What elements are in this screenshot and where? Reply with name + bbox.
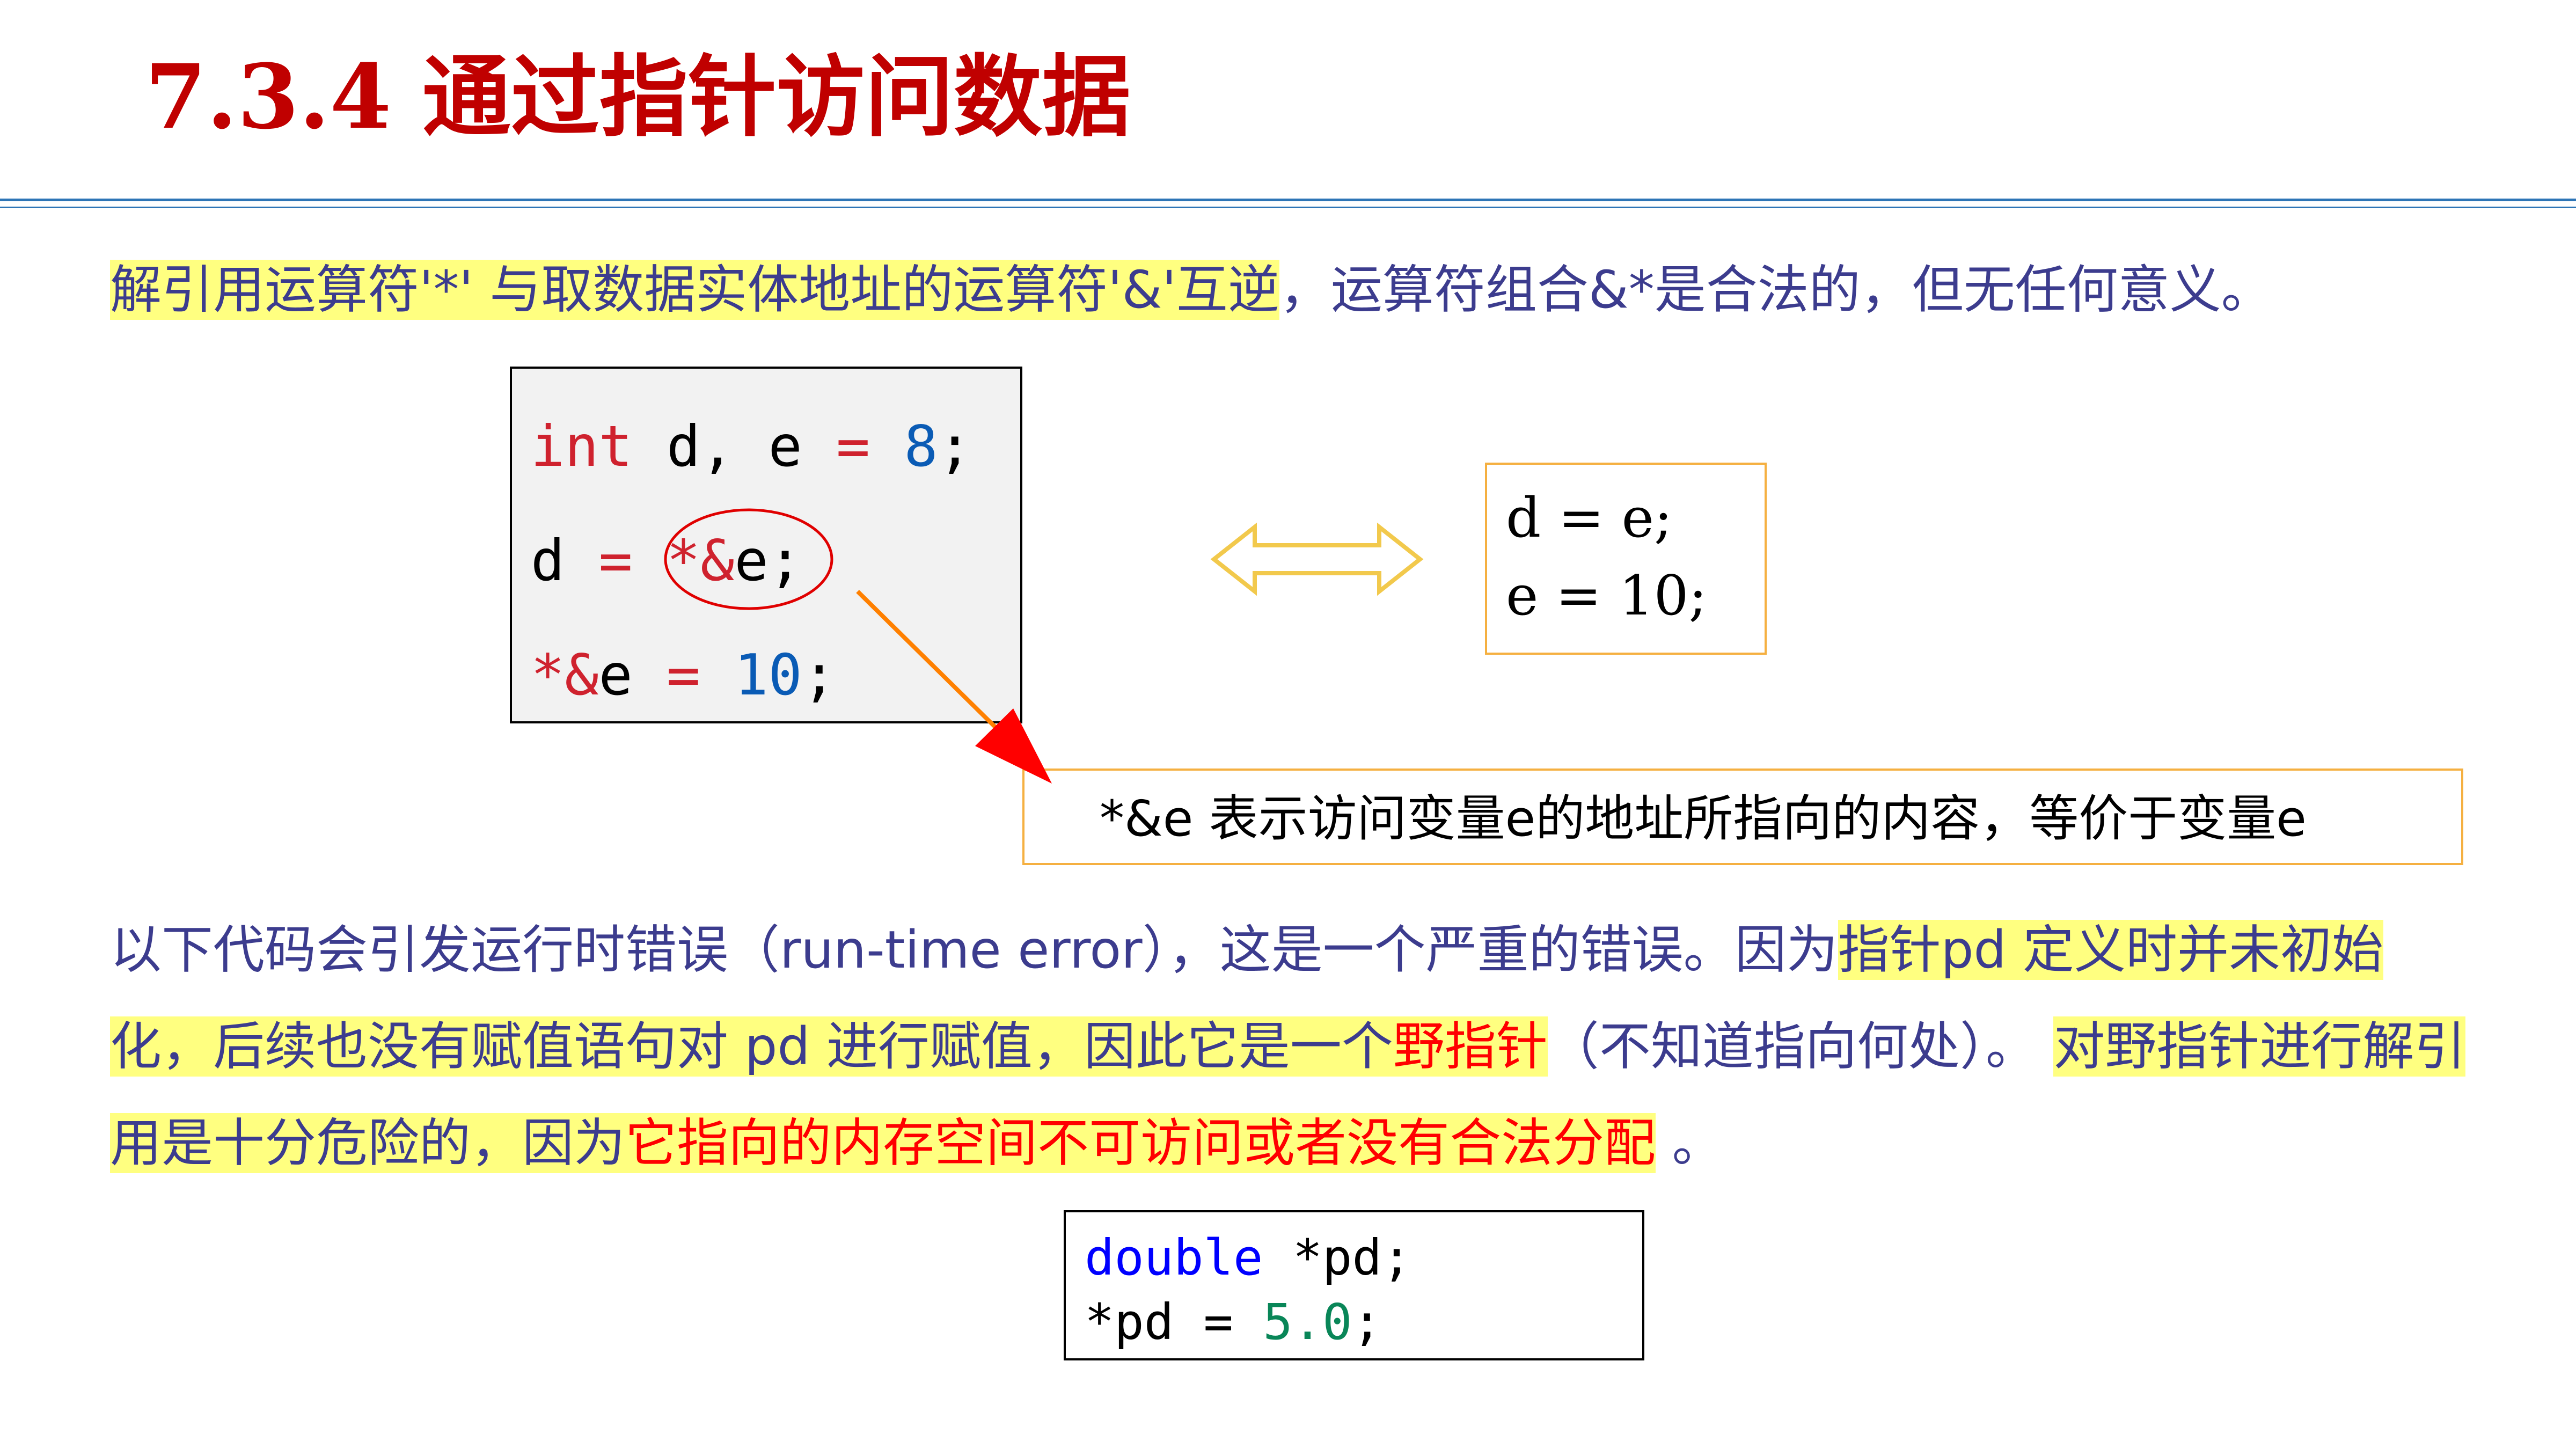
warning-text: （不知道指向何处）。 xyxy=(1547,1016,2054,1077)
code-text: *pd = xyxy=(1085,1293,1263,1351)
danger-reason: 它指向的内存空间不可访问或者没有合法分配 xyxy=(625,1113,1656,1173)
double-arrow-icon xyxy=(1210,522,1424,596)
code-text: *pd; xyxy=(1263,1229,1412,1286)
warning-paragraph: 以下代码会引发运行时错误（run-time error），这是一个严重的错误。因… xyxy=(110,902,2471,1191)
number-literal: 5.0 xyxy=(1263,1293,1352,1351)
warning-text: 以下代码会引发运行时错误（run-time error），这是一个严重的错误。因… xyxy=(110,920,1838,980)
wild-pointer-term: 野指针 xyxy=(1393,1016,1548,1077)
code2-line-2: *pd = 5.0; xyxy=(1085,1290,1382,1355)
highlight-ellipse xyxy=(664,508,833,610)
code2-line-1: double *pd; xyxy=(1085,1226,1411,1290)
wild-pointer-code-box: double *pd; *pd = 5.0; xyxy=(1064,1210,1644,1360)
semicolon: ; xyxy=(1352,1293,1382,1351)
pointer-arrow xyxy=(856,590,1052,784)
keyword-double: double xyxy=(1085,1229,1263,1286)
warning-text: 。 xyxy=(1656,1113,1724,1173)
